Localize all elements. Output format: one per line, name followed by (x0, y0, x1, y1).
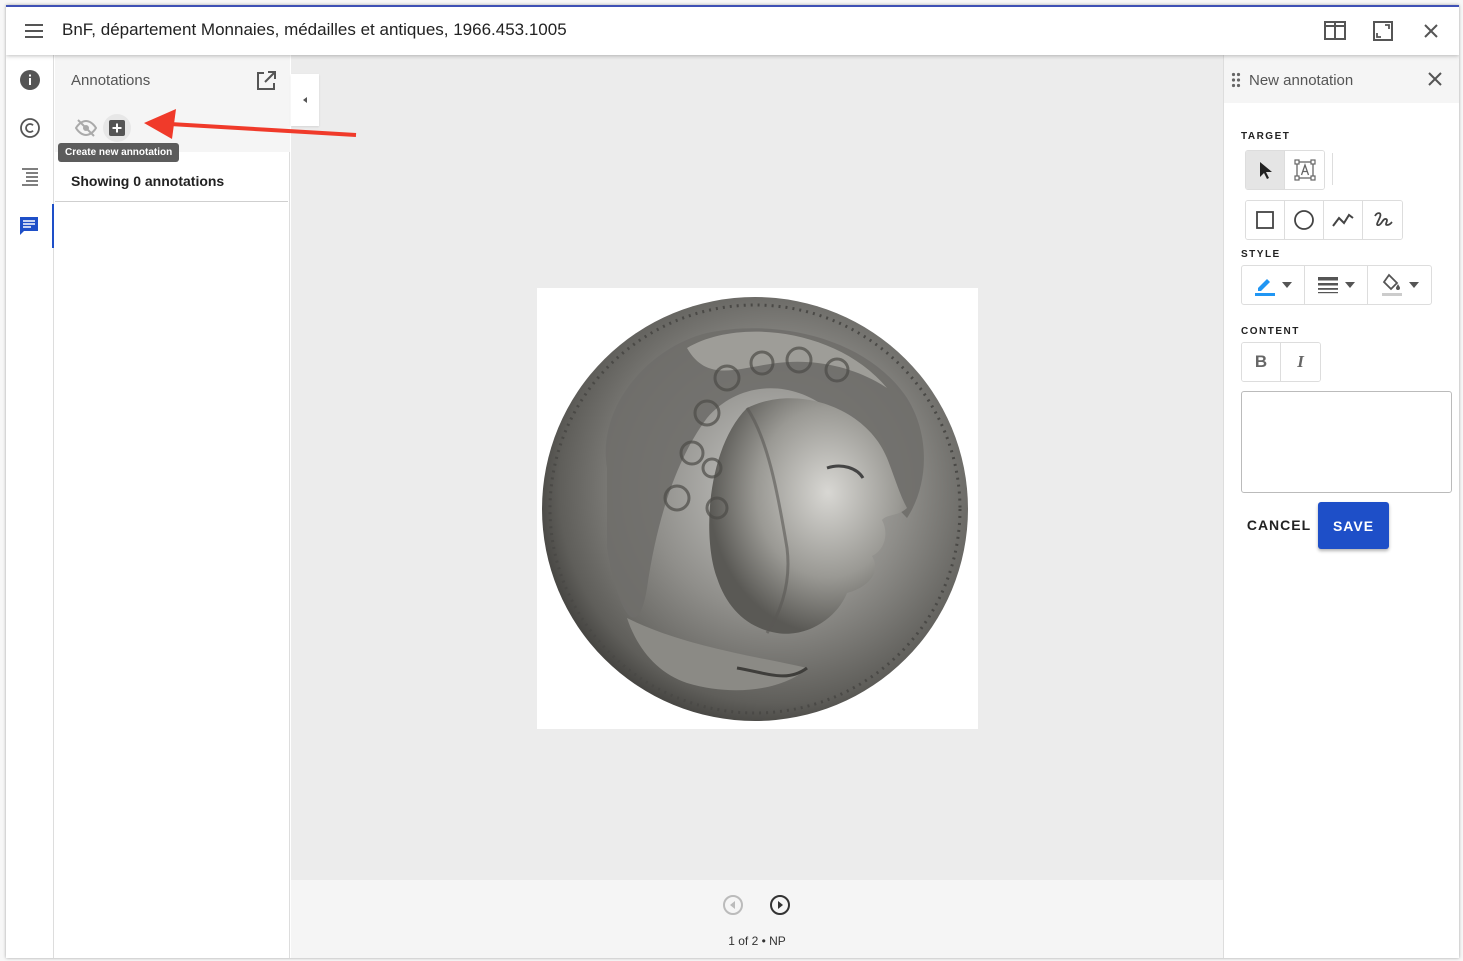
annotations-panel: Annotations Create new annotation Showin… (55, 55, 290, 958)
close-window-icon[interactable] (1413, 17, 1449, 45)
freehand-icon[interactable] (1363, 201, 1402, 239)
collapse-sidebar-button[interactable] (291, 74, 319, 126)
image-viewer[interactable] (291, 55, 1223, 880)
italic-button[interactable]: I (1281, 343, 1320, 381)
image-select-icon[interactable] (1285, 151, 1324, 189)
window-title: BnF, département Monnaies, médailles et … (62, 20, 567, 39)
fill-color-button[interactable] (1368, 266, 1431, 304)
previous-canvas-icon[interactable] (721, 893, 745, 917)
annotations-icon[interactable] (6, 204, 54, 248)
cancel-button[interactable]: CANCEL (1241, 502, 1317, 548)
open-in-new-icon[interactable] (254, 69, 278, 93)
coin-image (537, 288, 978, 729)
fill-color-icon (1381, 273, 1402, 296)
dropdown-arrow-icon (1282, 282, 1292, 288)
annotation-count: Showing 0 annotations (71, 173, 225, 189)
maximize-icon[interactable] (1365, 17, 1401, 45)
new-annotation-header: New annotation (1224, 55, 1459, 103)
shape-tools (1245, 200, 1403, 240)
bold-button[interactable]: B (1242, 343, 1281, 381)
new-annotation-title: New annotation (1249, 72, 1354, 89)
rectangle-icon[interactable] (1246, 201, 1285, 239)
dropdown-arrow-icon (1408, 282, 1419, 288)
table-of-contents-icon[interactable] (6, 156, 54, 196)
stroke-color-button[interactable] (1242, 266, 1305, 304)
close-icon[interactable] (1425, 69, 1445, 89)
ellipse-icon[interactable] (1285, 201, 1324, 239)
save-button[interactable]: SAVE (1318, 502, 1389, 549)
next-canvas-icon[interactable] (768, 893, 792, 917)
stroke-color-icon (1255, 279, 1275, 296)
add-box-icon (109, 120, 125, 136)
divider (55, 201, 288, 202)
create-annotation-button[interactable] (103, 114, 131, 142)
style-label: STYLE (1241, 249, 1281, 260)
drag-handle-icon[interactable] (1231, 72, 1241, 88)
annotation-text-editor[interactable] (1241, 391, 1452, 493)
tool-separator (1332, 153, 1333, 185)
page-indicator: 1 of 2 • NP (728, 934, 786, 948)
line-weight-button[interactable] (1305, 266, 1368, 304)
viewer-navigation: 1 of 2 • NP (291, 880, 1223, 958)
content-label: CONTENT (1241, 326, 1300, 337)
create-annotation-tooltip: Create new annotation (58, 143, 180, 162)
style-tools (1241, 265, 1432, 305)
window-topbar: BnF, département Monnaies, médailles et … (6, 7, 1459, 55)
window-controls (1317, 17, 1449, 45)
left-sidebar-rail (6, 55, 54, 958)
annotations-panel-title: Annotations (71, 72, 151, 89)
cursor-icon[interactable] (1246, 151, 1285, 189)
target-tools (1245, 150, 1325, 190)
mirador-window: BnF, département Monnaies, médailles et … (6, 5, 1459, 958)
dropdown-arrow-icon (1345, 282, 1355, 288)
target-label: TARGET (1241, 131, 1291, 142)
copyright-icon[interactable] (6, 108, 54, 148)
text-format-tools: B I (1241, 342, 1321, 382)
polyline-icon[interactable] (1324, 201, 1363, 239)
hide-annotations-icon[interactable] (74, 117, 98, 139)
annotations-panel-header: Annotations Create new annotation (55, 55, 290, 162)
arrow-left-icon (303, 97, 307, 103)
new-annotation-panel: New annotation TARGET STYLE CONTENT B I … (1223, 55, 1459, 958)
menu-icon[interactable] (22, 19, 46, 43)
line-weight-icon (1318, 277, 1338, 294)
split-view-icon[interactable] (1317, 17, 1353, 45)
info-icon[interactable] (6, 60, 54, 100)
